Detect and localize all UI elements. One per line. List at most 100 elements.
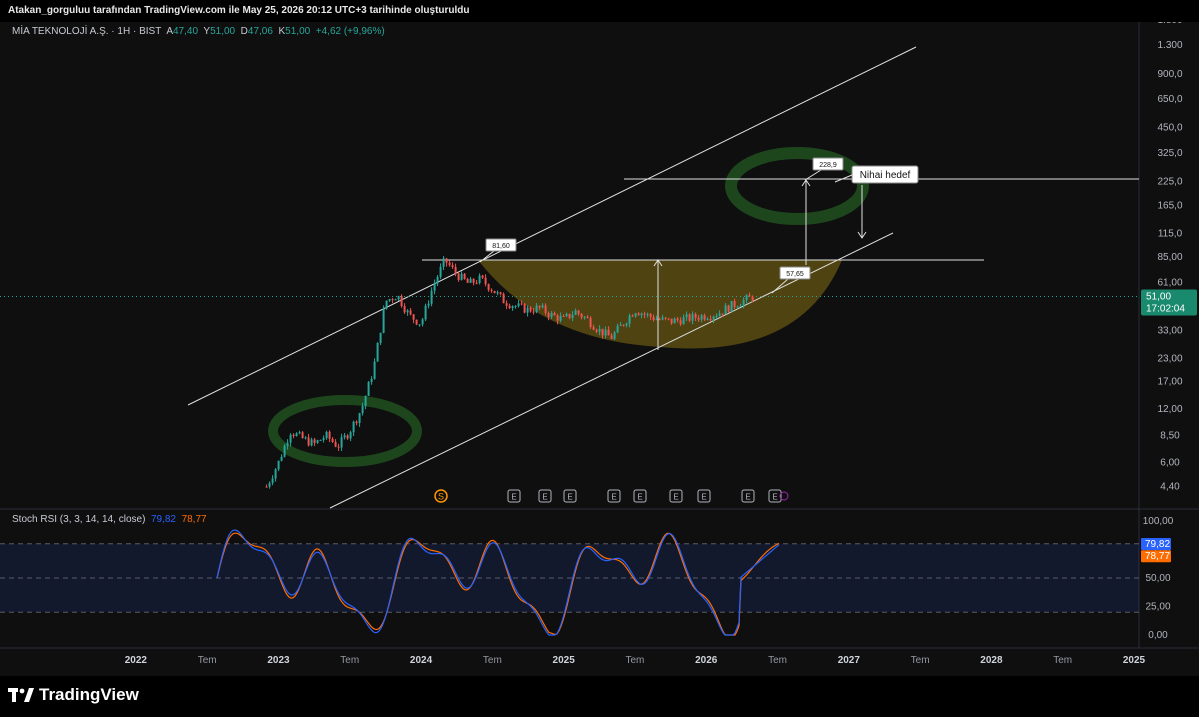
candle-body (280, 456, 283, 461)
candle-body (292, 434, 295, 436)
price-tick-label: 17,00 (1157, 377, 1182, 388)
candle-body (319, 439, 322, 441)
candle-body (730, 301, 733, 312)
earnings-event-label: E (542, 493, 547, 502)
candle-body (295, 433, 298, 436)
candle-body (403, 306, 406, 313)
candle-body (598, 328, 601, 332)
candle-body (655, 318, 658, 320)
candle-body (361, 406, 364, 414)
candle-body (559, 315, 562, 321)
last-price-value: 51,00 (1146, 291, 1171, 302)
candle-body (727, 305, 730, 312)
candle-body (385, 300, 388, 309)
candle-body (535, 305, 538, 313)
candle-body (658, 318, 661, 320)
channel-upper-line (187, 46, 917, 406)
time-tick-label: 2026 (695, 655, 718, 666)
candle-body (340, 437, 343, 448)
candle-body (688, 314, 691, 321)
split-event-label: S (438, 492, 444, 502)
price-tick-label: 115,0 (1158, 228, 1183, 239)
candle-body (544, 305, 547, 314)
low-value: 47,06 (247, 26, 273, 37)
highlight-base-zone (268, 395, 422, 467)
candle-body (661, 317, 664, 320)
tradingview-logo[interactable]: TradingView (8, 685, 139, 705)
rsi-title: Stoch RSI (3, 3, 14, 14, close) (12, 514, 146, 525)
time-tick-label: Tem (625, 655, 644, 666)
footer-bar (0, 676, 1199, 717)
candle-body (691, 313, 694, 321)
candle-body (634, 313, 637, 317)
candle-body (406, 310, 409, 313)
candle-body (712, 316, 715, 320)
candle-body (478, 275, 481, 284)
candle-body (394, 299, 397, 301)
candle-body (301, 432, 304, 439)
price-tick-label: 85,00 (1157, 252, 1182, 263)
candle-body (604, 329, 607, 336)
price-tick-label: 23,00 (1157, 353, 1182, 364)
price-tick-label: 33,00 (1157, 325, 1182, 336)
symbol-name: MİA TEKNOLOJİ A.Ş. · 1H · BIST (12, 26, 162, 37)
candle-body (433, 283, 436, 291)
price-tick-label: 61,00 (1157, 278, 1182, 289)
candle-body (451, 265, 454, 267)
header-bar: Atakan_gorguluu tarafından TradingView.c… (0, 0, 1199, 22)
candle-body (499, 292, 502, 294)
earnings-event-label: E (511, 493, 516, 502)
candle-body (424, 305, 427, 320)
time-tick-label: 2025 (553, 655, 576, 666)
candle-body (400, 296, 403, 307)
candle-body (586, 316, 589, 319)
symbol-legend: MİA TEKNOLOJİ A.Ş. · 1H · BIST A47,40 Y5… (12, 26, 385, 37)
candle-body (283, 445, 286, 457)
candle-body (436, 276, 439, 284)
candle-body (466, 278, 469, 283)
candle-body (745, 295, 748, 300)
candle-body (622, 324, 625, 326)
candle-body (325, 431, 328, 439)
candle-body (628, 315, 631, 324)
earnings-event-label: E (637, 493, 642, 502)
chart-area[interactable]: 1.8001.300900,0650,0450,0325,0225,0165,0… (0, 0, 1199, 717)
candle-body (472, 278, 475, 283)
candle-body (265, 486, 268, 488)
candle-body (409, 310, 412, 315)
price-chart[interactable]: 1.8001.300900,0650,0450,0325,0225,0165,0… (0, 0, 1199, 717)
candle-body (391, 299, 394, 301)
candle-body (502, 293, 505, 304)
candle-body (625, 323, 628, 326)
target-callout-pointer (804, 169, 822, 181)
candle-body (640, 313, 643, 316)
candle-body (289, 434, 292, 443)
candle-body (277, 460, 280, 470)
candle-body (343, 435, 346, 438)
candle-body (274, 469, 277, 479)
candle-body (637, 313, 640, 316)
candle-body (355, 421, 358, 423)
price-tick-label: 8,50 (1160, 431, 1180, 442)
candle-body (565, 313, 568, 316)
candle-body (442, 258, 445, 267)
candle-body (739, 305, 742, 307)
candle-body (310, 439, 313, 446)
candle-body (430, 290, 433, 304)
candle-body (364, 395, 367, 407)
candle-body (370, 378, 373, 383)
candle-body (550, 313, 553, 317)
candle-body (493, 290, 496, 294)
candle-body (469, 278, 472, 283)
candle-body (742, 299, 745, 306)
close-value: 51,00 (285, 26, 311, 37)
candle-body (631, 315, 634, 317)
price-tick-label: 225,0 (1157, 176, 1182, 187)
candle-body (733, 301, 736, 307)
candle-body (679, 320, 682, 325)
candle-body (577, 310, 580, 314)
change-value: +4,62 (+9,96%) (315, 26, 385, 37)
target-callout-text: 228,9 (819, 162, 837, 169)
candle-body (580, 313, 583, 318)
candle-body (517, 303, 520, 307)
